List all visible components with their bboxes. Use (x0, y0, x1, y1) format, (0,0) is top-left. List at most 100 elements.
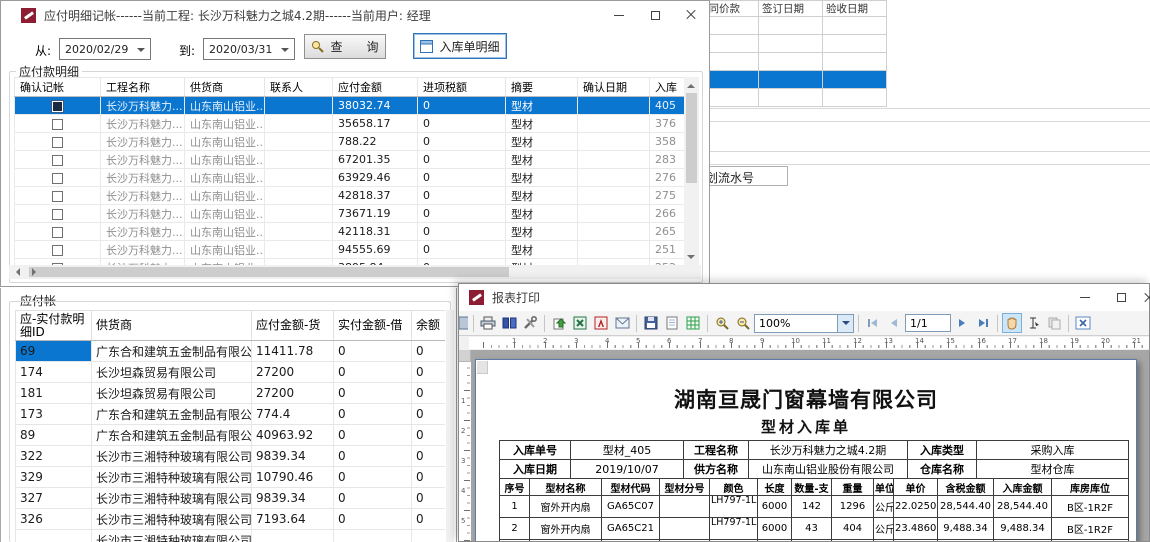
print-icon[interactable] (478, 313, 498, 333)
table-cell[interactable]: 型材 (506, 241, 578, 259)
maximize-button[interactable] (1103, 287, 1139, 309)
table-cell[interactable]: 窗外开内扇 (530, 518, 602, 540)
scroll-down-icon[interactable] (687, 255, 695, 263)
table-cell[interactable]: 0 (418, 133, 506, 151)
table-row[interactable]: 327长沙市三湘特种玻璃有限公司9839.3400 (16, 488, 446, 509)
table-cell[interactable] (15, 151, 101, 169)
table-cell[interactable] (15, 97, 101, 115)
row-checkbox[interactable] (52, 155, 63, 166)
maximize-button[interactable] (637, 4, 673, 26)
table-cell[interactable]: 35658.17 (333, 115, 418, 133)
table-row[interactable]: 173广东合和建筑五金制品有限公司774.400 (16, 404, 446, 425)
table-cell[interactable] (792, 540, 832, 542)
table-cell[interactable]: 28,544.40 (994, 496, 1052, 518)
grid-icon[interactable] (683, 313, 703, 333)
table-cell[interactable] (578, 133, 650, 151)
column-header[interactable]: 单价 (894, 479, 938, 496)
column-header[interactable]: 型材分号 (660, 479, 710, 496)
table-cell[interactable]: 山东南山铝业... (185, 115, 265, 133)
table-cell[interactable]: 0 (418, 151, 506, 169)
table-cell[interactable]: 2 (500, 518, 530, 540)
row-checkbox[interactable] (52, 173, 63, 184)
table-cell[interactable]: B区-1R2F (1052, 496, 1129, 518)
table-cell[interactable]: 327 (16, 488, 92, 509)
column-header[interactable]: 供货商 (92, 311, 252, 341)
table-cell[interactable]: 9839.34 (252, 446, 334, 467)
table-cell[interactable]: 181 (16, 383, 92, 404)
column-header[interactable]: 确认记帐 (15, 78, 101, 97)
table-cell[interactable]: 型材仓库 (977, 460, 1129, 479)
inbound-detail-button[interactable]: 入库单明细 (413, 33, 507, 59)
table-cell[interactable]: 0 (412, 425, 446, 446)
table-cell[interactable]: 9,488.34 (994, 518, 1052, 540)
table-cell[interactable]: 长沙万科魅力... (101, 187, 185, 205)
table-cell[interactable]: 山东南山铝业... (185, 97, 265, 115)
row-checkbox[interactable] (52, 245, 63, 256)
table-cell[interactable]: 山东南山铝业... (185, 205, 265, 223)
table-cell[interactable]: 型材 (506, 133, 578, 151)
table-cell[interactable]: 1296 (832, 496, 874, 518)
next-page-icon[interactable] (952, 313, 972, 333)
column-header[interactable]: 验收日期 (823, 1, 887, 17)
table-cell[interactable] (530, 540, 602, 542)
table-cell[interactable] (15, 115, 101, 133)
table-cell[interactable]: 0 (418, 187, 506, 205)
table-cell[interactable] (15, 241, 101, 259)
table-cell[interactable]: 7193.64 (252, 509, 334, 530)
table-cell[interactable]: 广东合和建筑五金制品有限公司 (92, 404, 252, 425)
minimize-button[interactable] (1067, 287, 1103, 309)
table-cell[interactable]: 0 (412, 509, 446, 530)
table-cell[interactable] (500, 540, 530, 542)
report-preview-area[interactable]: 123456 湖南亘晟门窗幕墙有限公司 型材入库单 入库单号型材_405工程名称… (459, 350, 1149, 541)
column-header[interactable]: 应付金额-货 (252, 311, 334, 341)
table-cell[interactable]: 山东南山铝业... (185, 133, 265, 151)
scroll-right-icon[interactable] (32, 268, 661, 276)
table-cell[interactable] (15, 205, 101, 223)
table-row[interactable]: 长沙万科魅力...山东南山铝业...73671.190型材266 (15, 205, 685, 223)
table-cell[interactable] (578, 151, 650, 169)
table-cell[interactable]: 山东南山铝业... (185, 169, 265, 187)
scroll-left-icon[interactable] (12, 268, 20, 276)
table-cell[interactable] (759, 53, 823, 71)
table-cell[interactable]: 0 (418, 241, 506, 259)
table-cell[interactable]: 入库类型 (908, 441, 977, 460)
table-cell[interactable] (265, 115, 333, 133)
table-cell[interactable]: 供方名称 (684, 460, 749, 479)
table-row[interactable]: 长沙万科魅力...山东南山铝业...67201.350型材283 (15, 151, 685, 169)
column-header[interactable]: 库房库位 (1052, 479, 1129, 496)
table-cell[interactable]: 型材 (506, 187, 578, 205)
column-header[interactable]: 确认日期 (578, 78, 650, 97)
table-cell[interactable] (823, 71, 887, 89)
column-header[interactable]: 长度 (758, 479, 792, 496)
table-cell[interactable]: 174 (16, 362, 92, 383)
table-cell[interactable] (578, 115, 650, 133)
table-cell[interactable]: 0 (418, 169, 506, 187)
table-cell[interactable]: 0 (334, 383, 412, 404)
mail-icon[interactable] (612, 313, 632, 333)
column-header[interactable]: 余额 (412, 311, 446, 341)
table-cell[interactable]: 2019/10/07 (571, 460, 684, 479)
table-cell[interactable] (15, 133, 101, 151)
table-cell[interactable]: 265 (650, 223, 685, 241)
table-cell[interactable]: LH797-1LL (710, 496, 758, 518)
column-header[interactable]: 颜色 (710, 479, 758, 496)
table-cell[interactable] (578, 97, 650, 115)
prev-page-icon[interactable] (884, 313, 904, 333)
table-cell[interactable]: 长沙万科魅力... (101, 133, 185, 151)
table-cell[interactable]: 型材 (506, 151, 578, 169)
table-cell[interactable]: 0 (412, 446, 446, 467)
column-header[interactable]: 含税金额 (938, 479, 994, 496)
table-cell[interactable] (874, 540, 894, 542)
column-header[interactable]: 应付金额 (333, 78, 418, 97)
table-cell[interactable] (660, 518, 710, 540)
table-cell[interactable]: 长沙市三湘特种玻璃有限公司 (92, 509, 252, 530)
table-cell[interactable]: 长沙万科魅力... (101, 115, 185, 133)
table-cell[interactable]: 窗外开内扇 (530, 496, 602, 518)
table-cell[interactable]: 404 (832, 518, 874, 540)
zoom-in-icon[interactable] (712, 313, 732, 333)
table-cell[interactable] (938, 540, 994, 542)
table-cell[interactable]: 型材 (506, 97, 578, 115)
table-cell[interactable]: 27200 (252, 362, 334, 383)
column-header[interactable]: 入库金额 (994, 479, 1052, 496)
table-cell[interactable]: 0 (334, 488, 412, 509)
